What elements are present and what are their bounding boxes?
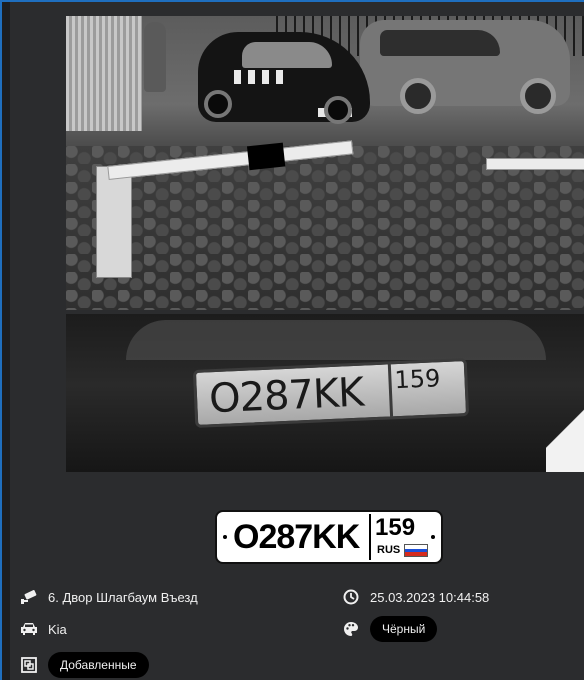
parked-suv: [360, 20, 570, 114]
color-row: Чёрный: [342, 616, 438, 642]
list-badge[interactable]: Добавленные: [48, 652, 149, 678]
plate-crop-image[interactable]: O287KK 159: [66, 314, 584, 472]
plate-country: RUS: [377, 544, 401, 556]
barrier-post: [96, 166, 132, 278]
car-make: Kia: [48, 621, 67, 637]
list-row: Добавленные: [20, 652, 149, 678]
plate-crop: O287KK 159: [192, 358, 470, 428]
event-datetime: 25.03.2023 10:44:58: [370, 589, 490, 605]
pedestrian: [144, 22, 166, 92]
datetime-row: 25.03.2023 10:44:58: [342, 588, 489, 606]
camera-snapshot[interactable]: [66, 16, 584, 310]
camera-name: 6. Двор Шлагбаум Въезд: [48, 589, 198, 605]
list-icon: [20, 656, 38, 674]
plate-number: O287KK: [233, 518, 360, 556]
clock-icon: [342, 588, 360, 606]
plate-crop-number: O287KK: [208, 369, 365, 423]
russia-flag-icon: [404, 544, 428, 557]
camera-row: 6. Двор Шлагбаум Въезд: [20, 588, 198, 606]
car-icon: [20, 620, 38, 638]
license-plate-badge: O287KK 159 RUS: [215, 510, 443, 564]
plate-region: 159: [375, 514, 416, 541]
event-card: O287KK 159 O287KK 159 RUS 6. Двор Шлагба…: [0, 0, 584, 680]
guard-booth: [66, 16, 142, 131]
palette-icon: [342, 620, 360, 638]
color-badge: Чёрный: [370, 616, 438, 642]
make-row: Kia: [20, 620, 67, 638]
cctv-camera-icon: [20, 588, 38, 606]
plate-crop-region: 159: [393, 364, 441, 395]
barrier-arm-right: [486, 158, 584, 170]
